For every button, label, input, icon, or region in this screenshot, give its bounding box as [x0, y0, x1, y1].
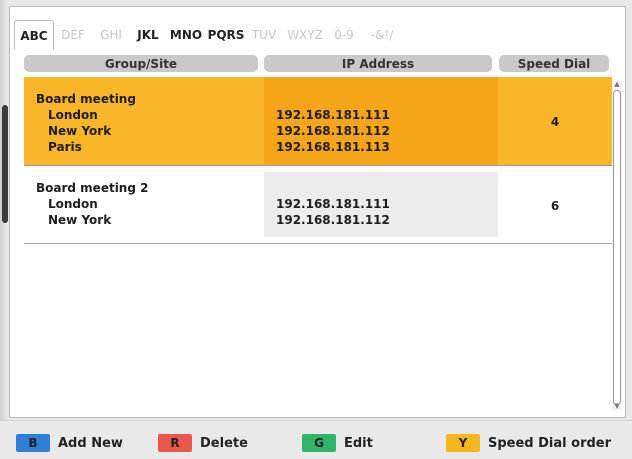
speed-dial-value: 6	[550, 199, 560, 213]
ip-address-list: 192.168.181.111 192.168.181.112 192.168.…	[276, 107, 390, 155]
edit-label: Edit	[344, 435, 373, 451]
ip-address: 192.168.181.111	[276, 197, 390, 211]
tab-ghi[interactable]: GHI	[92, 20, 130, 50]
speed-dial-order-label: Speed Dial order	[488, 435, 612, 451]
site-name: London	[48, 108, 98, 122]
scrollbar-thumb[interactable]	[613, 90, 621, 405]
scroll-down-icon[interactable]: ▼	[612, 402, 622, 410]
add-new-key[interactable]: B Add New	[16, 434, 123, 452]
table-row-board-meeting-2[interactable]: Board meeting 2 London New York 192.168.…	[24, 166, 612, 244]
tab-def[interactable]: DEF	[54, 20, 92, 50]
group-name: Board meeting 2	[36, 181, 149, 195]
site-name: Paris	[48, 140, 82, 154]
speed-dial-order-key[interactable]: Y Speed Dial order	[446, 434, 611, 452]
side-handle	[2, 105, 8, 223]
site-name: London	[48, 197, 98, 211]
delete-label: Delete	[200, 435, 248, 451]
ip-address: 192.168.181.112	[276, 124, 390, 138]
ip-address: 192.168.181.113	[276, 140, 390, 154]
green-key-icon: G	[302, 434, 336, 452]
delete-key[interactable]: R Delete	[158, 434, 248, 452]
tab-symbols[interactable]: -&!/	[360, 20, 404, 50]
tab-0-9[interactable]: 0-9	[328, 20, 360, 50]
group-cell: Board meeting 2 London New York	[36, 180, 148, 228]
tab-abc[interactable]: ABC	[14, 20, 54, 50]
table-row-board-meeting[interactable]: Board meeting London New York Paris 192.…	[24, 77, 612, 166]
site-name: New York	[48, 124, 112, 138]
ip-address: 192.168.181.111	[276, 108, 390, 122]
tab-wxyz[interactable]: WXYZ	[282, 20, 328, 50]
tab-tuv[interactable]: TUV	[246, 20, 282, 50]
column-header-speed-dial[interactable]: Speed Dial	[499, 55, 609, 72]
ip-address: 192.168.181.112	[276, 213, 390, 227]
softkey-bar: B Add New R Delete G Edit Y Speed Dial o…	[0, 420, 632, 459]
column-header-ip[interactable]: IP Address	[264, 55, 492, 72]
tab-mno[interactable]: MNO	[166, 20, 206, 50]
alphabet-tabs: ABC DEF GHI JKL MNO PQRS TUV WXYZ 0-9 -&…	[14, 20, 404, 50]
add-new-label: Add New	[58, 435, 123, 451]
edit-key[interactable]: G Edit	[302, 434, 373, 452]
yellow-key-icon: Y	[446, 434, 480, 452]
group-name: Board meeting	[36, 92, 136, 106]
tab-jkl[interactable]: JKL	[130, 20, 166, 50]
ip-address-list: 192.168.181.111 192.168.181.112	[276, 196, 390, 228]
tab-pqrs[interactable]: PQRS	[206, 20, 246, 50]
red-key-icon: R	[158, 434, 192, 452]
blue-key-icon: B	[16, 434, 50, 452]
vertical-scrollbar[interactable]: ▲ ▼	[612, 80, 622, 410]
column-header-group[interactable]: Group/Site	[24, 55, 258, 72]
site-name: New York	[48, 213, 112, 227]
speed-dial-value: 4	[550, 115, 560, 129]
scroll-up-icon[interactable]: ▲	[612, 80, 622, 88]
group-cell: Board meeting London New York Paris	[36, 91, 136, 155]
